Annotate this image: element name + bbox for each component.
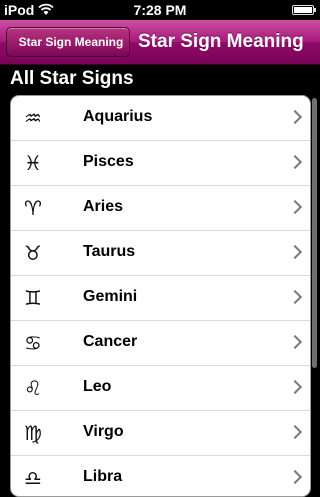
back-button[interactable]: Star Sign Meaning xyxy=(6,27,130,57)
chevron-right-icon xyxy=(287,379,303,395)
list-item-label: Gemini xyxy=(83,288,138,305)
star-sign-list: ♒ Aquarius ♓ Pisces ♈ Aries ♉ Taurus ♊ G… xyxy=(10,95,311,497)
navigation-bar: Star Sign Meaning Star Sign Meaning xyxy=(0,20,320,65)
list-item-cancer[interactable]: ♋ Cancer xyxy=(11,321,310,366)
list-item-aquarius[interactable]: ♒ Aquarius xyxy=(11,96,310,141)
chevron-right-icon xyxy=(287,244,303,260)
list-item-gemini[interactable]: ♊ Gemini xyxy=(11,276,310,321)
list-item-label: Aries xyxy=(83,198,124,215)
aquarius-icon: ♒ xyxy=(24,106,42,130)
status-bar: iPod 7:28 PM xyxy=(0,0,320,20)
list-item-pisces[interactable]: ♓ Pisces xyxy=(11,141,310,186)
chevron-right-icon xyxy=(287,199,303,215)
battery-icon xyxy=(292,5,316,15)
scrollbar[interactable] xyxy=(312,98,317,368)
list-item-label: Virgo xyxy=(83,423,124,440)
section-header: All Star Signs xyxy=(10,68,134,89)
virgo-icon: ♍ xyxy=(24,421,42,445)
list-item-leo[interactable]: ♌ Leo xyxy=(11,366,310,411)
gemini-icon: ♊ xyxy=(24,286,42,310)
list-item-taurus[interactable]: ♉ Taurus xyxy=(11,231,310,276)
chevron-right-icon xyxy=(287,109,303,125)
list-item-libra[interactable]: ♎ Libra xyxy=(11,456,310,496)
aries-icon: ♈ xyxy=(24,196,42,220)
chevron-right-icon xyxy=(287,154,303,170)
list-item-label: Leo xyxy=(83,378,112,395)
libra-icon: ♎ xyxy=(24,466,42,490)
list-item-label: Taurus xyxy=(83,243,136,260)
taurus-icon: ♉ xyxy=(24,241,42,265)
list-item-label: Pisces xyxy=(83,153,134,170)
list-item-virgo[interactable]: ♍ Virgo xyxy=(11,411,310,456)
back-button-label: Star Sign Meaning xyxy=(18,35,124,49)
cancer-icon: ♋ xyxy=(24,331,42,355)
list-item-label: Aquarius xyxy=(83,108,153,125)
chevron-right-icon xyxy=(287,424,303,440)
list-item-label: Cancer xyxy=(83,333,138,350)
list-item-aries[interactable]: ♈ Aries xyxy=(11,186,310,231)
status-time: 7:28 PM xyxy=(133,2,187,18)
pisces-icon: ♓ xyxy=(24,151,42,175)
chevron-right-icon xyxy=(287,334,303,350)
list-item-label: Libra xyxy=(83,468,123,485)
leo-icon: ♌ xyxy=(24,376,42,400)
chevron-right-icon xyxy=(287,469,303,485)
page-title: Star Sign Meaning xyxy=(138,31,304,52)
chevron-right-icon xyxy=(287,289,303,305)
